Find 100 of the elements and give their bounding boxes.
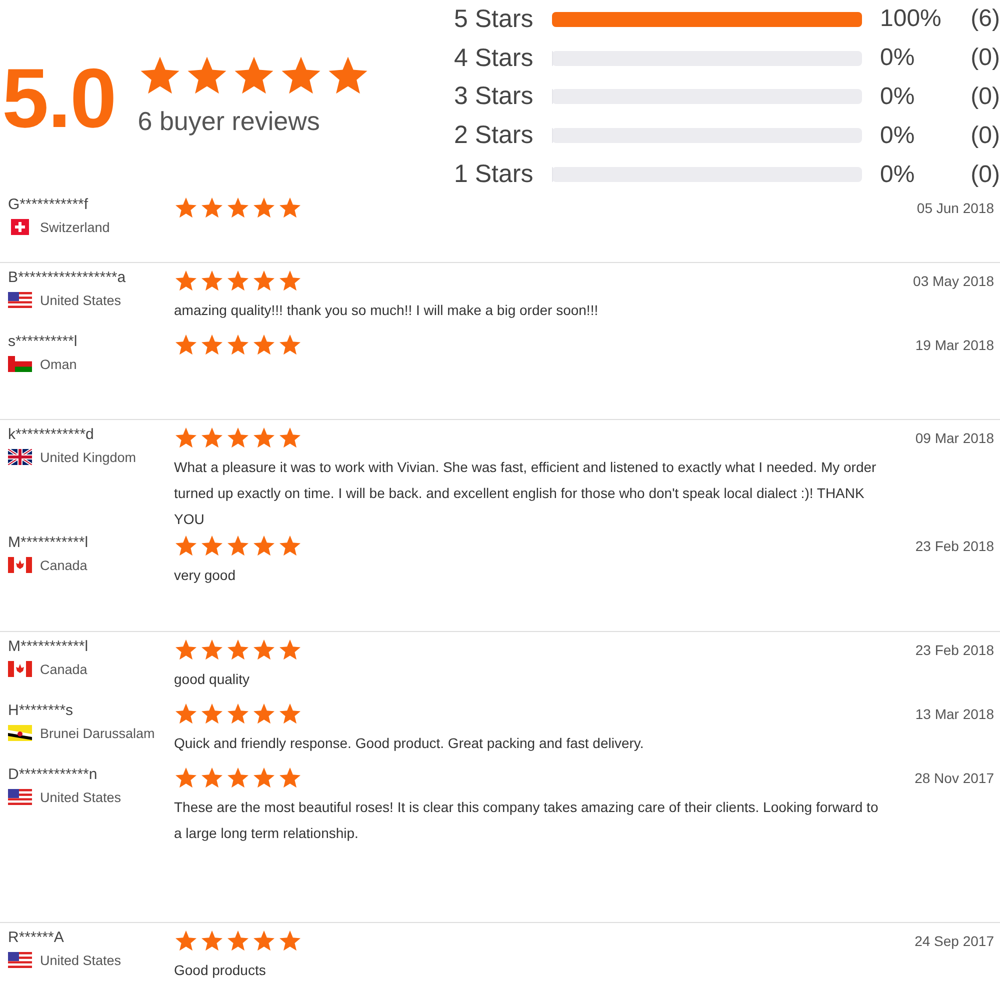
country-name: Brunei Darussalam	[40, 726, 155, 740]
star-icon	[174, 534, 198, 558]
star-icon	[200, 196, 224, 220]
reviewer-name: k************d	[8, 426, 95, 443]
count-text: (0)	[970, 122, 1000, 150]
country-name: Oman	[40, 356, 77, 372]
star-icon	[252, 269, 276, 293]
star-icon	[252, 638, 276, 662]
star-icon	[226, 426, 250, 450]
reviewer-name: B*****************a	[8, 269, 127, 286]
flag-icon	[8, 661, 32, 677]
star-icon	[226, 534, 250, 558]
star-icon	[200, 638, 224, 662]
star-icon	[278, 333, 302, 357]
flag-icon	[8, 356, 32, 372]
star-icon	[226, 638, 250, 662]
star-icon	[278, 638, 302, 662]
star-icon	[200, 702, 224, 726]
star-icon	[200, 766, 224, 790]
star-icon	[278, 702, 302, 726]
review-date: 19 Mar 2018	[914, 336, 995, 353]
country-name: United States	[40, 952, 122, 968]
country-name: Canada	[40, 662, 88, 676]
star-icon	[226, 333, 250, 357]
reviewer-name: H********s	[8, 702, 74, 719]
flag-icon	[8, 952, 32, 968]
percent-text: 0%	[880, 44, 916, 72]
star-level-label: 1 Stars	[454, 160, 534, 190]
star-icon	[200, 929, 224, 953]
star-icon	[252, 702, 276, 726]
star-icon	[226, 702, 250, 726]
percent-text: 100%	[880, 5, 942, 34]
country-name: Switzerland	[40, 220, 110, 234]
star-icon	[252, 426, 276, 450]
star-icon	[278, 196, 302, 220]
star-icon	[278, 929, 302, 953]
country-name: Canada	[40, 558, 88, 572]
star-icon	[200, 333, 224, 357]
country-name: United Kingdom	[40, 450, 136, 464]
star-icon	[174, 426, 198, 450]
star-level-label: 4 Stars	[454, 44, 534, 73]
star-icon	[252, 534, 276, 558]
star-icon	[252, 929, 276, 953]
country-name: United States	[40, 292, 122, 308]
star-icon	[174, 929, 198, 953]
star-icon	[200, 534, 224, 558]
review-date: 13 Mar 2018	[914, 705, 995, 722]
star-icon	[252, 196, 276, 220]
flag-icon	[8, 789, 32, 805]
star-icon	[278, 766, 302, 790]
count-text: (0)	[970, 82, 1000, 111]
review-text: good quality	[174, 670, 251, 689]
review-date: 28 Nov 2017	[914, 769, 995, 786]
star-icon	[174, 702, 198, 726]
star-icon	[278, 534, 302, 558]
count-text: (0)	[970, 160, 1000, 189]
reviewer-name: D************n	[8, 766, 98, 783]
review-date: 24 Sep 2017	[914, 932, 995, 949]
review-text: Good products	[174, 961, 267, 980]
star-level-label: 2 Stars	[454, 121, 534, 150]
review-date: 09 Mar 2018	[914, 429, 995, 446]
review-date: 23 Feb 2018	[914, 641, 995, 658]
star-icon	[252, 333, 276, 357]
review-date: 23 Feb 2018	[914, 537, 995, 554]
review-date: 05 Jun 2018	[916, 199, 995, 216]
country-name: United States	[40, 790, 122, 804]
star-icon	[226, 196, 250, 220]
reviewer-name: R******A	[8, 929, 65, 946]
star-icon	[252, 766, 276, 790]
reviewer-name: s**********l	[8, 333, 78, 350]
review-text: These are the most beautiful roses! It is clear this company takes amazing care of their clients. Looking forward to a large long term relationship.	[174, 798, 880, 843]
star-icon	[200, 426, 224, 450]
star-level-label: 3 Stars	[454, 82, 534, 112]
star-icon	[226, 929, 250, 953]
reviewer-name: G***********f	[8, 196, 90, 213]
star-icon	[226, 269, 250, 293]
reviewer-name: M***********l	[8, 638, 90, 655]
star-icon	[226, 766, 250, 790]
count-text: (0)	[970, 44, 1000, 72]
percent-text: 0%	[880, 160, 916, 189]
star-icon	[174, 333, 198, 357]
count-text: (6)	[970, 5, 1000, 34]
star-level-label: 5 Stars	[454, 4, 534, 34]
review-text: amazing quality!!! thank you so much!! I will make a big order soon!!!	[174, 301, 600, 320]
star-icon	[278, 426, 302, 450]
review-text: very good	[174, 566, 236, 585]
rating-score: 5.0	[2, 50, 116, 147]
star-icon	[174, 269, 198, 293]
percent-text: 0%	[880, 82, 916, 111]
review-count: 6 buyer reviews	[138, 106, 321, 137]
star-icon	[200, 269, 224, 293]
star-icon	[174, 766, 198, 790]
star-icon	[174, 196, 198, 220]
review-text: Quick and friendly response. Good product. Great packing and fast delivery.	[174, 734, 645, 753]
flag-icon	[8, 219, 32, 235]
flag-icon	[8, 725, 32, 741]
flag-icon	[8, 292, 32, 308]
review-date: 03 May 2018	[912, 272, 995, 289]
flag-icon	[8, 557, 32, 573]
star-icon	[278, 269, 302, 293]
